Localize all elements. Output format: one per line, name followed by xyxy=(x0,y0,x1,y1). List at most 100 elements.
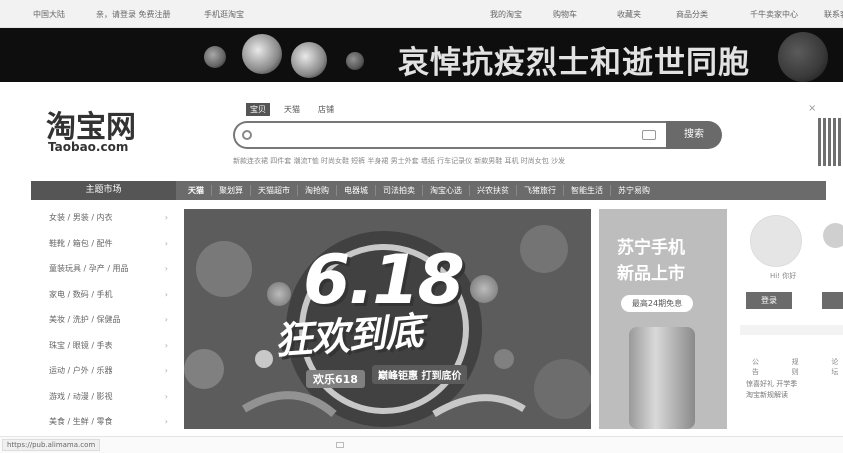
register-button[interactable] xyxy=(822,292,843,309)
banner-bubble xyxy=(196,241,252,297)
chevron-right-icon: › xyxy=(164,289,168,299)
taobao-homepage: 中国大陆 亲，请登录 免费注册 手机逛淘宝 我的淘宝 购物车 收藏夹 商品分类 … xyxy=(0,0,843,453)
flower-image xyxy=(242,34,282,74)
main-nav: 主题市场 天猫 聚划算 天猫超市 淘抢购 电器城 司法拍卖 淘宝心选 兴农扶贫 … xyxy=(31,181,826,200)
nav-item-supermarket[interactable]: 天猫超市 xyxy=(250,185,297,196)
chevron-right-icon: › xyxy=(164,391,168,401)
login-button[interactable]: 登录 xyxy=(746,292,792,309)
nav-item-electronics[interactable]: 电器城 xyxy=(336,185,375,196)
banner-tag: 欢乐618 xyxy=(306,370,365,388)
tab-notice[interactable]: 公告 xyxy=(752,357,764,377)
banner-bubble xyxy=(494,349,514,369)
sidebar-item[interactable]: 美妆 / 洗护 / 保健品 › xyxy=(31,307,176,333)
category-title: 主题市场 xyxy=(31,181,176,200)
banner-bubble xyxy=(520,225,568,273)
banner-tag: 巅峰钜惠 打到底价 xyxy=(372,365,468,384)
chevron-right-icon: › xyxy=(164,417,168,426)
banner-bubble xyxy=(470,275,498,303)
nav-item-travel[interactable]: 飞猪旅行 xyxy=(516,185,563,196)
category-sidebar: 女装 / 男装 / 内衣 › 鞋靴 / 箱包 / 配件 › 童装玩具 / 孕产 / … xyxy=(31,205,176,435)
tab-items[interactable]: 宝贝 xyxy=(246,103,270,116)
cart-link[interactable]: 购物车 xyxy=(553,9,577,20)
browser-status-bar: https://pub.alimama.com xyxy=(0,436,843,453)
chevron-right-icon: › xyxy=(164,213,168,222)
suning-promo[interactable]: 苏宁手机 新品上市 最高24期免息 xyxy=(599,209,727,429)
avatar[interactable] xyxy=(750,215,802,267)
nav-item-suning[interactable]: 苏宁易购 xyxy=(610,185,657,196)
mobile-link[interactable]: 手机逛淘宝 xyxy=(204,9,244,20)
notice-tabs: 公告 规则 论坛 xyxy=(752,357,843,377)
sidebar-item[interactable]: 鞋靴 / 箱包 / 配件 › xyxy=(31,231,176,257)
seller-link[interactable]: 千牛卖家中心 xyxy=(750,9,798,20)
close-icon[interactable]: × xyxy=(808,103,816,114)
banner-title: 狂欢到底 xyxy=(272,308,424,364)
square-icon xyxy=(336,442,344,448)
category-link[interactable]: 商品分类 xyxy=(676,9,708,20)
user-panel: Hi! 你好 登录 公告 规则 论坛 惊喜好礼 开学季 淘宝新规解读 xyxy=(740,205,843,440)
sidebar-item[interactable]: 珠宝 / 眼镜 / 手表 › xyxy=(31,333,176,359)
sidebar-item[interactable]: 美食 / 生鲜 / 零食 › xyxy=(31,409,176,435)
qr-code-image xyxy=(818,118,843,166)
chevron-right-icon: › xyxy=(164,340,168,350)
sidebar-item-label: 家电 / 数码 / 手机 xyxy=(49,289,113,299)
mourning-text: 哀悼抗疫烈士和逝世同胞 xyxy=(398,45,750,81)
news-item[interactable]: 惊喜好礼 开学季 xyxy=(746,379,797,390)
tab-shops[interactable]: 店铺 xyxy=(314,103,338,116)
site-topbar: 中国大陆 亲，请登录 免费注册 手机逛淘宝 我的淘宝 购物车 收藏夹 商品分类 … xyxy=(0,0,843,28)
mourning-banner[interactable]: 哀悼抗疫烈士和逝世同胞 xyxy=(0,28,843,82)
logo-english[interactable]: Taobao.com xyxy=(48,140,128,154)
search-icon xyxy=(242,130,252,140)
sidebar-item[interactable]: 游戏 / 动漫 / 影视 › xyxy=(31,384,176,410)
tab-rules[interactable]: 规则 xyxy=(792,357,804,377)
nav-item-ju[interactable]: 聚划算 xyxy=(211,185,250,196)
sidebar-item-label: 童装玩具 / 孕产 / 用品 xyxy=(49,264,129,273)
nav-items: 天猫 聚划算 天猫超市 淘抢购 电器城 司法拍卖 淘宝心选 兴农扶贫 飞猪旅行 … xyxy=(181,181,657,200)
sidebar-item-label: 珠宝 / 眼镜 / 手表 xyxy=(49,340,113,350)
nav-item-farm[interactable]: 兴农扶贫 xyxy=(469,185,516,196)
sidebar-item-label: 美妆 / 洗护 / 保健品 xyxy=(49,315,121,324)
sidebar-item-label: 美食 / 生鲜 / 零食 xyxy=(49,417,113,426)
promo-carousel-banner[interactable]: 6.18 狂欢到底 欢乐618 巅峰钜惠 打到底价 xyxy=(184,209,591,429)
sidebar-item-label: 运动 / 户外 / 乐器 xyxy=(49,366,113,375)
service-link[interactable]: 联系客服 xyxy=(824,9,843,20)
nav-item-auction[interactable]: 司法拍卖 xyxy=(375,185,422,196)
avatar[interactable] xyxy=(823,223,843,248)
camera-icon[interactable] xyxy=(642,130,656,140)
promo-button[interactable]: 最高24期免息 xyxy=(621,295,693,312)
my-taobao-link[interactable]: 我的淘宝 xyxy=(490,9,522,20)
flower-image xyxy=(291,42,327,78)
sidebar-item[interactable]: 女装 / 男装 / 内衣 › xyxy=(31,205,176,231)
sidebar-item-label: 女装 / 男装 / 内衣 xyxy=(49,213,113,222)
flower-image xyxy=(778,32,828,82)
chevron-right-icon: › xyxy=(164,264,168,273)
search-box[interactable] xyxy=(233,121,666,149)
region-link[interactable]: 中国大陆 xyxy=(33,9,65,20)
nav-item-tmall[interactable]: 天猫 xyxy=(181,185,211,196)
flower-image xyxy=(204,46,226,68)
tab-forum[interactable]: 论坛 xyxy=(831,357,843,377)
sidebar-item[interactable]: 童装玩具 / 孕产 / 用品 › xyxy=(31,256,176,282)
chevron-right-icon: › xyxy=(164,366,168,375)
news-list: 惊喜好礼 开学季 淘宝新规解读 xyxy=(746,379,797,401)
sidebar-item[interactable]: 家电 / 数码 / 手机 › xyxy=(31,282,176,308)
favorites-link[interactable]: 收藏夹 xyxy=(617,9,641,20)
nav-item-smart[interactable]: 智能生活 xyxy=(563,185,610,196)
chevron-right-icon: › xyxy=(164,315,168,324)
phone-image xyxy=(629,327,695,429)
chevron-right-icon: › xyxy=(164,238,168,248)
promo-line: 新品上市 xyxy=(617,264,685,284)
tab-tmall[interactable]: 天猫 xyxy=(280,103,304,116)
nav-item-flash[interactable]: 淘抢购 xyxy=(297,185,336,196)
flower-image xyxy=(346,52,364,70)
nav-item-selection[interactable]: 淘宝心选 xyxy=(422,185,469,196)
banner-bubble xyxy=(184,349,224,389)
hot-keywords[interactable]: 新款连衣裙 四件套 潮流T恤 时尚女鞋 短裤 半身裙 男士外套 墙纸 行车记录仪… xyxy=(233,156,673,166)
banner-bubble xyxy=(267,282,291,306)
news-item[interactable]: 淘宝新规解读 xyxy=(746,390,797,401)
search-button[interactable]: 搜索 xyxy=(666,121,722,149)
promo-line: 苏宁手机 xyxy=(617,238,685,258)
sidebar-item-label: 鞋靴 / 箱包 / 配件 xyxy=(49,238,113,248)
login-link[interactable]: 亲，请登录 免费注册 xyxy=(96,9,171,20)
sidebar-item-label: 游戏 / 动漫 / 影视 xyxy=(49,391,113,401)
sidebar-item[interactable]: 运动 / 户外 / 乐器 › xyxy=(31,358,176,384)
